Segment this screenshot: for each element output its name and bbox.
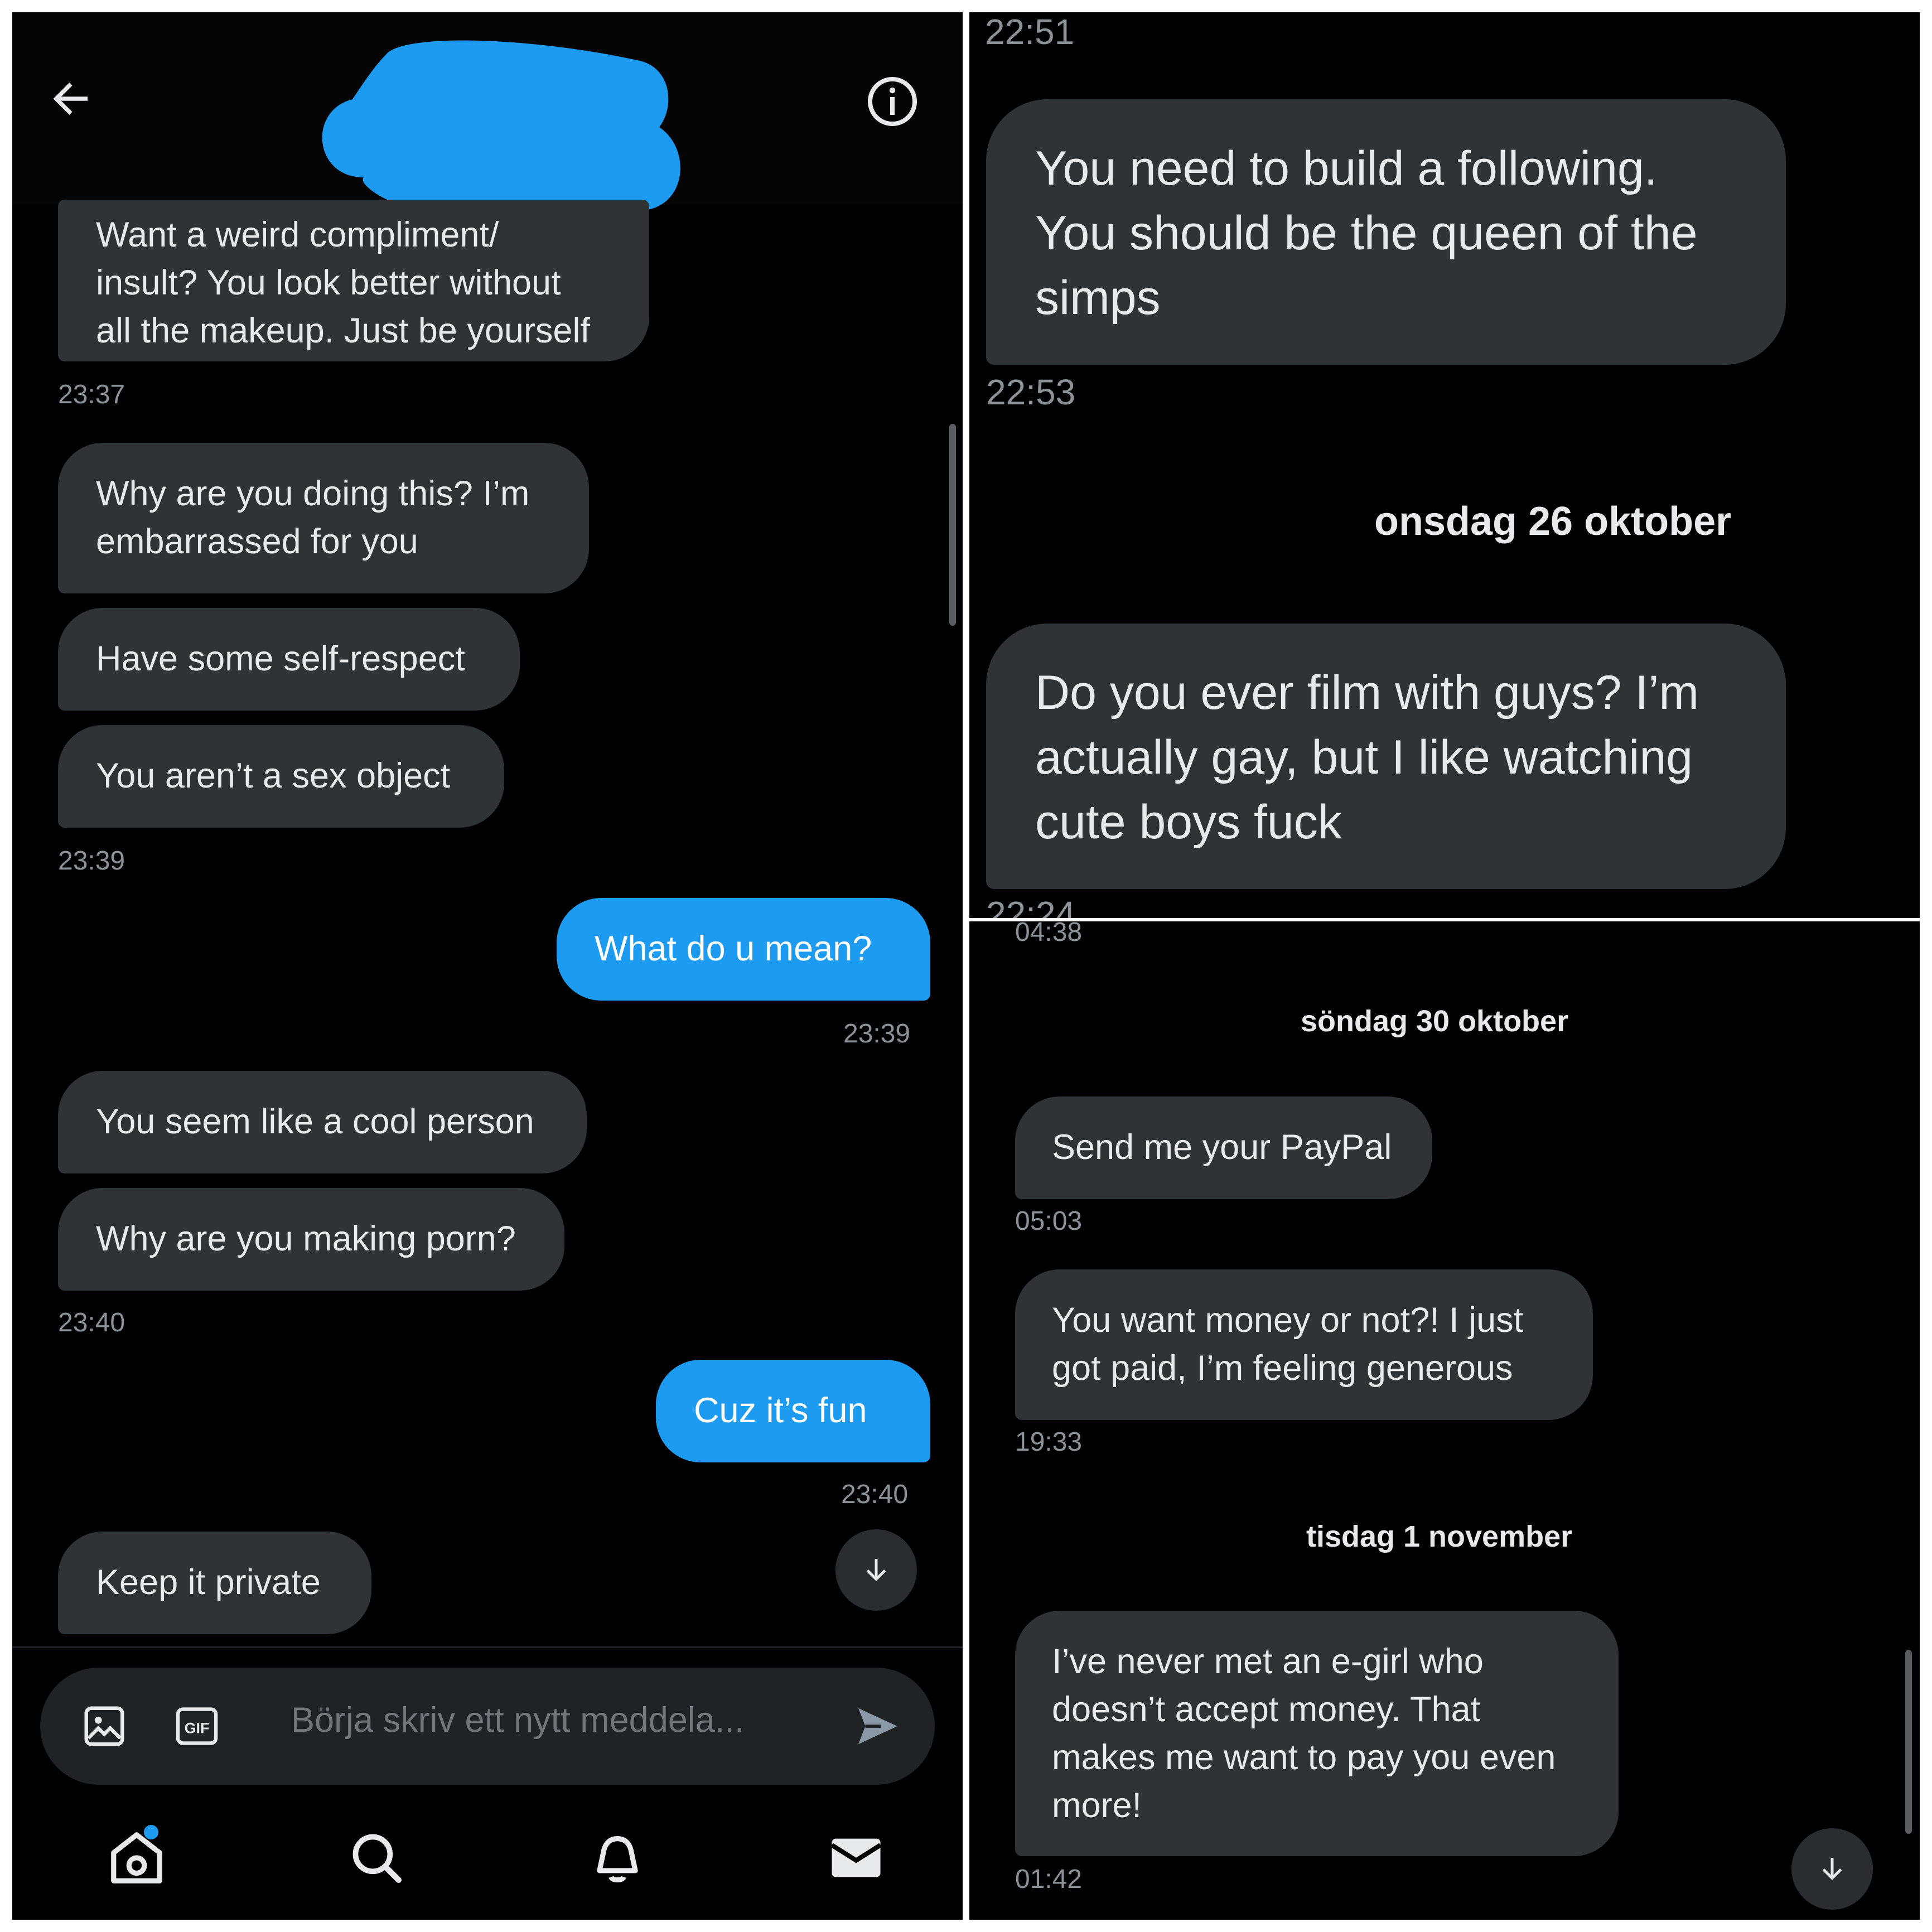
message-bubble: You seem like a cool person: [58, 1071, 587, 1173]
date-header: söndag 30 oktober: [1301, 1004, 1569, 1038]
message-bubble: Why are you making porn?: [58, 1188, 564, 1291]
message-time: 23:40: [841, 1480, 909, 1509]
message-time: 22:24: [986, 894, 1076, 918]
conversation-header: [12, 12, 963, 215]
message-time: 04:38: [1015, 921, 1083, 947]
message-time: 23:37: [58, 380, 125, 409]
redacted-name-blob: [322, 40, 680, 215]
arrow-down-icon: [866, 1559, 886, 1581]
message-bubble: You want money or not?! I just got paid,…: [1015, 1269, 1593, 1420]
message-time: 23:40: [58, 1308, 125, 1337]
message-bubble: Send me your PayPal: [1015, 1097, 1432, 1199]
message-composer[interactable]: GIF Börja skriv ett nytt meddela...: [40, 1668, 935, 1785]
back-arrow-icon[interactable]: [46, 74, 96, 124]
bell-icon[interactable]: [587, 1827, 648, 1888]
message-bubble: You aren’t a sex object: [58, 725, 504, 828]
message-time: 22:53: [986, 372, 1076, 412]
scrollbar[interactable]: [1905, 1650, 1912, 1834]
message-time: 01:42: [1015, 1865, 1083, 1894]
message-bubble-sent: What do u mean?: [557, 898, 930, 1001]
chat-panel-right-bottom: 04:38 söndag 30 oktober Send me your Pay…: [969, 921, 1920, 1920]
scroll-to-bottom-button[interactable]: [1791, 1828, 1873, 1910]
date-header: onsdag 26 oktober: [1374, 499, 1732, 544]
message-bubble: Keep it private: [58, 1532, 371, 1634]
message-bubble: Have some self-respect: [58, 608, 520, 711]
chat-panel-left: Want a weird compliment/ insult? You loo…: [12, 12, 963, 1920]
composer-divider: [12, 1646, 963, 1648]
gif-icon[interactable]: GIF: [173, 1702, 221, 1750]
composer-input[interactable]: Börja skriv ett nytt meddela...: [291, 1700, 744, 1740]
send-icon[interactable]: [853, 1702, 901, 1750]
svg-text:GIF: GIF: [185, 1720, 210, 1737]
message-bubble-sent: Cuz it’s fun: [656, 1360, 930, 1462]
mail-icon[interactable]: [825, 1827, 887, 1888]
message-time: 23:39: [58, 846, 125, 876]
notification-dot: [144, 1825, 158, 1839]
message-time: 22:51: [985, 12, 1075, 52]
message-bubble: You need to build a following. You shoul…: [986, 99, 1786, 365]
message-bubble: Do you ever film with guys? I’m actually…: [986, 624, 1786, 889]
message-bubble: I’ve never met an e-girl who doesn’t acc…: [1015, 1611, 1619, 1856]
scrollbar[interactable]: [949, 424, 956, 626]
date-header: tisdag 1 november: [1306, 1520, 1573, 1553]
image-icon[interactable]: [80, 1702, 128, 1750]
search-icon[interactable]: [347, 1828, 406, 1887]
message-bubble: Want a weird compliment/ insult? You loo…: [58, 200, 649, 361]
message-time: 05:03: [1015, 1206, 1083, 1236]
scroll-to-bottom-button[interactable]: [835, 1529, 917, 1611]
info-icon[interactable]: [866, 75, 919, 128]
message-bubble: Why are you doing this? I’m embarrassed …: [58, 443, 589, 593]
chat-panel-right-top: 22:51 You need to build a following. You…: [969, 12, 1920, 918]
message-time: 23:39: [843, 1019, 911, 1049]
message-time: 19:33: [1015, 1427, 1083, 1457]
arrow-down-icon: [1822, 1858, 1842, 1880]
home-icon[interactable]: [106, 1827, 167, 1888]
